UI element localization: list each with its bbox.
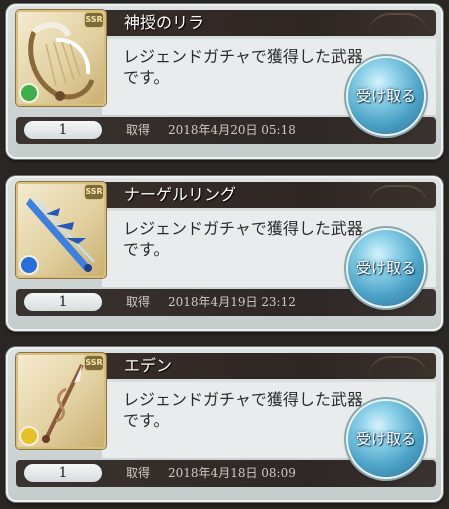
ornament [368, 356, 428, 378]
rarity-badge: SSR [85, 356, 103, 370]
quantity-badge: 1 [24, 121, 102, 139]
acquired-date: 2018年4月18日 08:09 [168, 466, 296, 480]
ornament [368, 185, 428, 207]
weapon-thumbnail: SSR [16, 353, 106, 449]
receive-button[interactable]: 受け取る [348, 230, 424, 306]
item-description: レジェンドガチャで獲得した武器です。 [123, 47, 363, 87]
item-card: エデン レジェンドガチャで獲得した武器です。 SSR 1 取得 2018年4月18… [6, 347, 443, 502]
quantity-badge: 1 [24, 464, 102, 482]
water-element-icon [21, 257, 37, 273]
acquired-info: 取得 2018年4月19日 23:12 [126, 295, 296, 310]
acquired-label: 取得 [126, 466, 151, 480]
item-description: レジェンドガチャで獲得した武器です。 [123, 390, 363, 430]
rarity-badge: SSR [85, 185, 103, 199]
item-card: 神授のリラ レジェンドガチャで獲得した武器です。 SSR 1 取得 2018年4月… [6, 4, 443, 159]
item-card: ナーゲルリング レジェンドガチャで獲得した武器です。 SSR 1 取得 2018年… [6, 176, 443, 331]
acquired-info: 取得 2018年4月20日 05:18 [126, 123, 296, 138]
acquired-date: 2018年4月19日 23:12 [168, 295, 296, 309]
ornament [368, 13, 428, 35]
item-description: レジェンドガチャで獲得した武器です。 [123, 219, 363, 259]
acquired-label: 取得 [126, 123, 151, 137]
quantity-badge: 1 [24, 293, 102, 311]
weapon-thumbnail: SSR [16, 182, 106, 278]
wind-element-icon [21, 85, 37, 101]
item-name: エデン [124, 356, 173, 375]
acquired-info: 取得 2018年4月18日 08:09 [126, 466, 296, 481]
rarity-badge: SSR [85, 13, 103, 27]
item-name: ナーゲルリング [124, 185, 237, 204]
acquired-date: 2018年4月20日 05:18 [168, 123, 296, 137]
acquired-label: 取得 [126, 295, 151, 309]
receive-button[interactable]: 受け取る [348, 58, 424, 134]
light-element-icon [21, 428, 37, 444]
receive-button[interactable]: 受け取る [348, 401, 424, 477]
weapon-thumbnail: SSR [16, 10, 106, 106]
item-name: 神授のリラ [124, 13, 205, 32]
